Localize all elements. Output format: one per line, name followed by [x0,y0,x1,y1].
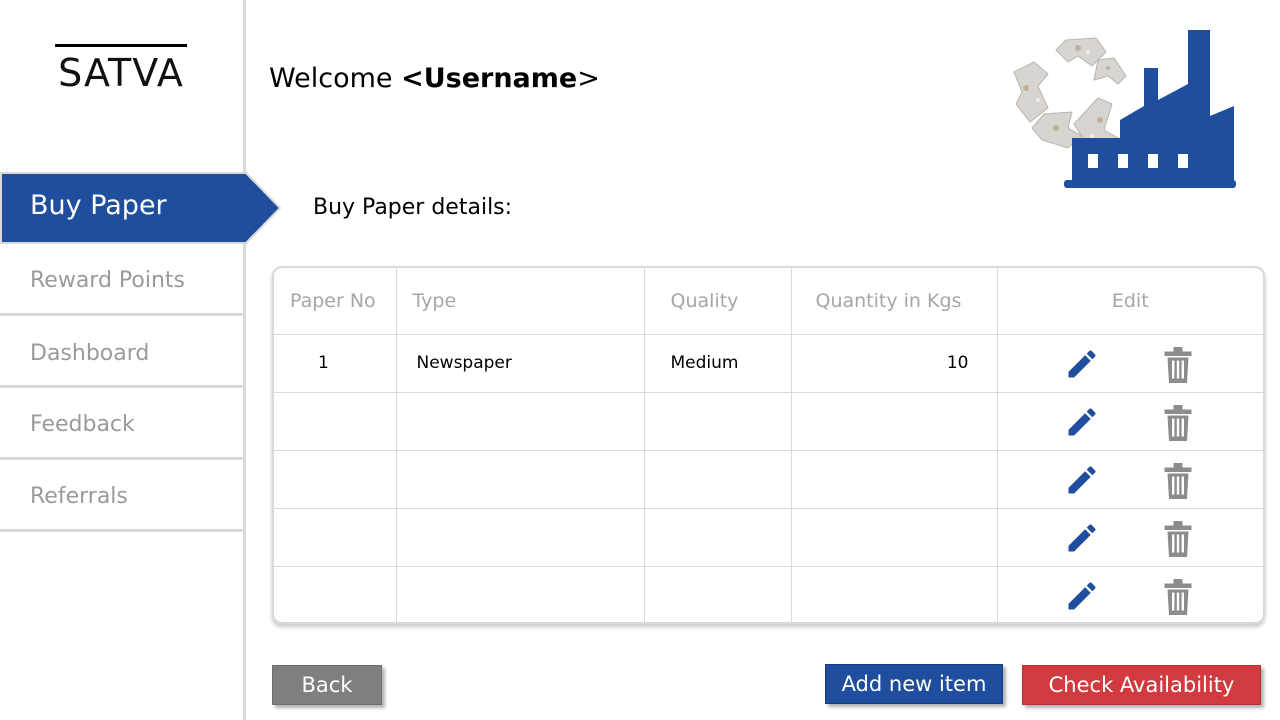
sidebar-item-label: Dashboard [30,341,150,366]
table-row: 1 Newspaper Medium 10 [274,333,1263,393]
cell-quality [643,449,792,509]
sidebar-item-label: Buy Paper [30,190,167,221]
cell-edit-actions [996,507,1263,567]
welcome-prefix: Welcome [269,63,402,94]
welcome-suffix: > [577,63,600,94]
cell-quantity [790,391,998,451]
column-header: Quantity in Kgs [790,268,998,335]
sidebar-divider [243,0,246,720]
pencil-icon[interactable] [1064,404,1100,440]
cell-quality: Medium [643,333,792,393]
trash-icon[interactable] [1163,520,1193,557]
cell-paper-no [274,391,397,451]
table-row [274,449,1263,509]
cell-quality [643,507,792,567]
cell-edit-actions [996,391,1263,451]
cell-quantity: 10 [790,333,998,393]
trash-icon[interactable] [1163,404,1193,441]
cell-type [395,449,645,509]
pencil-icon[interactable] [1064,346,1100,382]
trash-icon[interactable] [1163,346,1193,383]
brand-logo: SATVA [55,44,187,94]
cell-paper-no [274,565,397,622]
cell-edit-actions [996,333,1263,393]
add-new-item-button[interactable]: Add new item [825,664,1003,704]
sidebar-item-referrals[interactable]: Referrals [0,460,243,532]
pencil-icon[interactable] [1064,578,1100,614]
table-row [274,507,1263,567]
section-title: Buy Paper details: [313,195,513,220]
column-header: Paper No [274,268,397,335]
sidebar-item-label: Reward Points [30,268,186,293]
trash-icon[interactable] [1163,462,1193,499]
back-button[interactable]: Back [272,665,382,705]
cell-type [395,391,645,451]
sidebar-item-buy-paper[interactable]: Buy Paper [0,172,282,244]
recycle-factory-icon [1013,30,1236,188]
logo-text: SATVA [58,51,184,95]
cell-quality [643,565,792,622]
column-header: Quality [643,268,792,335]
sidebar-item-label: Referrals [30,484,128,509]
column-header: Type [395,268,645,335]
cell-paper-no: 1 [274,333,397,393]
table-row [274,565,1263,622]
table-row [274,391,1263,451]
logo-bar [55,44,187,47]
cell-quantity [790,507,998,567]
pencil-icon[interactable] [1064,520,1100,556]
cell-type: Newspaper [395,333,645,393]
table-header-row: Paper No Type Quality Quantity in Kgs Ed… [274,268,1263,335]
cell-paper-no [274,507,397,567]
cell-type [395,507,645,567]
cell-type [395,565,645,622]
pencil-icon[interactable] [1064,462,1100,498]
sidebar-item-dashboard[interactable]: Dashboard [0,316,243,388]
column-header: Edit [996,268,1263,335]
cell-quantity [790,449,998,509]
sidebar-item-label: Feedback [30,412,135,437]
welcome-message: Welcome <Username> [269,63,600,94]
cell-quality [643,391,792,451]
check-availability-button[interactable]: Check Availability [1022,665,1261,705]
buy-paper-table: Paper No Type Quality Quantity in Kgs Ed… [272,266,1265,624]
cell-edit-actions [996,565,1263,622]
cell-quantity [790,565,998,622]
sidebar-item-reward-points[interactable]: Reward Points [0,244,243,316]
trash-icon[interactable] [1163,578,1193,615]
sidebar: SATVA Buy Paper Reward Points Dashboard … [0,0,282,720]
cell-paper-no [274,449,397,509]
cell-edit-actions [996,449,1263,509]
username: <Username [401,63,578,94]
sidebar-item-feedback[interactable]: Feedback [0,388,243,460]
